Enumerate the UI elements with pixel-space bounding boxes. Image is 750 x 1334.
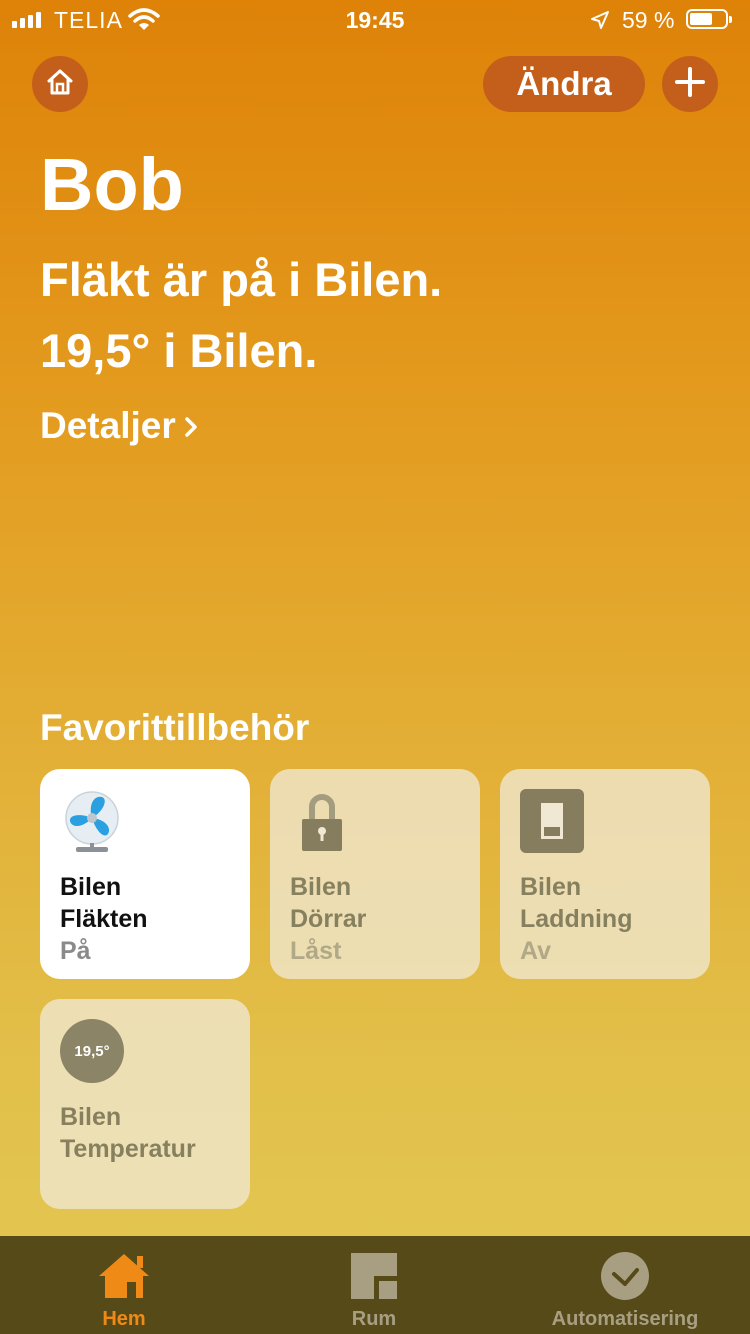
tab-label: Rum bbox=[351, 1308, 397, 1330]
home-tab-icon bbox=[96, 1250, 152, 1302]
switch-icon bbox=[520, 789, 584, 853]
status-line-fan: Fläkt är på i Bilen. bbox=[40, 253, 443, 306]
accessory-tile-doors[interactable]: Bilen Dörrar Låst bbox=[270, 769, 480, 979]
details-label: Detaljer bbox=[40, 405, 176, 446]
home-icon bbox=[44, 66, 76, 103]
accessory-tile-temperature[interactable]: 19,5° Bilen Temperatur bbox=[40, 999, 250, 1209]
rooms-tab-icon bbox=[346, 1250, 402, 1302]
tile-room: Bilen bbox=[290, 873, 352, 901]
tile-room: Bilen bbox=[60, 1103, 122, 1131]
home-title: Bob bbox=[40, 143, 184, 226]
tile-name: Fläkten bbox=[60, 905, 148, 933]
tile-state: Låst bbox=[290, 937, 342, 965]
tab-bar: Hem Rum Automatisering bbox=[0, 1236, 750, 1334]
tile-name: Dörrar bbox=[290, 905, 367, 933]
location-icon bbox=[590, 9, 610, 36]
chevron-right-icon bbox=[184, 405, 198, 447]
tile-name: Temperatur bbox=[60, 1135, 196, 1163]
tab-home[interactable]: Hem bbox=[74, 1236, 174, 1334]
tab-automation[interactable]: Automatisering bbox=[540, 1236, 710, 1334]
fan-icon bbox=[60, 789, 124, 853]
tile-room: Bilen bbox=[520, 873, 582, 901]
tile-state: Av bbox=[520, 937, 552, 965]
status-line-temperature: 19,5° i Bilen. bbox=[40, 324, 318, 377]
battery-percentage: 59 % bbox=[622, 7, 675, 33]
plus-icon bbox=[674, 66, 706, 103]
tile-name: Laddning bbox=[520, 905, 633, 933]
battery-icon bbox=[686, 9, 732, 29]
accessory-tile-fan[interactable]: Bilen Fläkten På bbox=[40, 769, 250, 979]
favorites-section-title: Favorittillbehör bbox=[40, 707, 310, 748]
tile-state: På bbox=[60, 937, 91, 965]
details-link[interactable]: Detaljer bbox=[40, 405, 198, 447]
temperature-badge: 19,5° bbox=[60, 1019, 124, 1083]
tab-label: Automatisering bbox=[551, 1308, 699, 1330]
status-bar: TELIA 19:45 59 % bbox=[0, 0, 750, 40]
home-settings-button[interactable] bbox=[32, 56, 88, 112]
automation-tab-icon bbox=[597, 1250, 653, 1302]
tab-label: Hem bbox=[102, 1308, 146, 1330]
tab-rooms[interactable]: Rum bbox=[324, 1236, 424, 1334]
lock-icon bbox=[290, 789, 354, 853]
tile-room: Bilen bbox=[60, 873, 122, 901]
accessory-tile-charging[interactable]: Bilen Laddning Av bbox=[500, 769, 710, 979]
add-button[interactable] bbox=[662, 56, 718, 112]
edit-button[interactable]: Ändra bbox=[483, 56, 645, 112]
